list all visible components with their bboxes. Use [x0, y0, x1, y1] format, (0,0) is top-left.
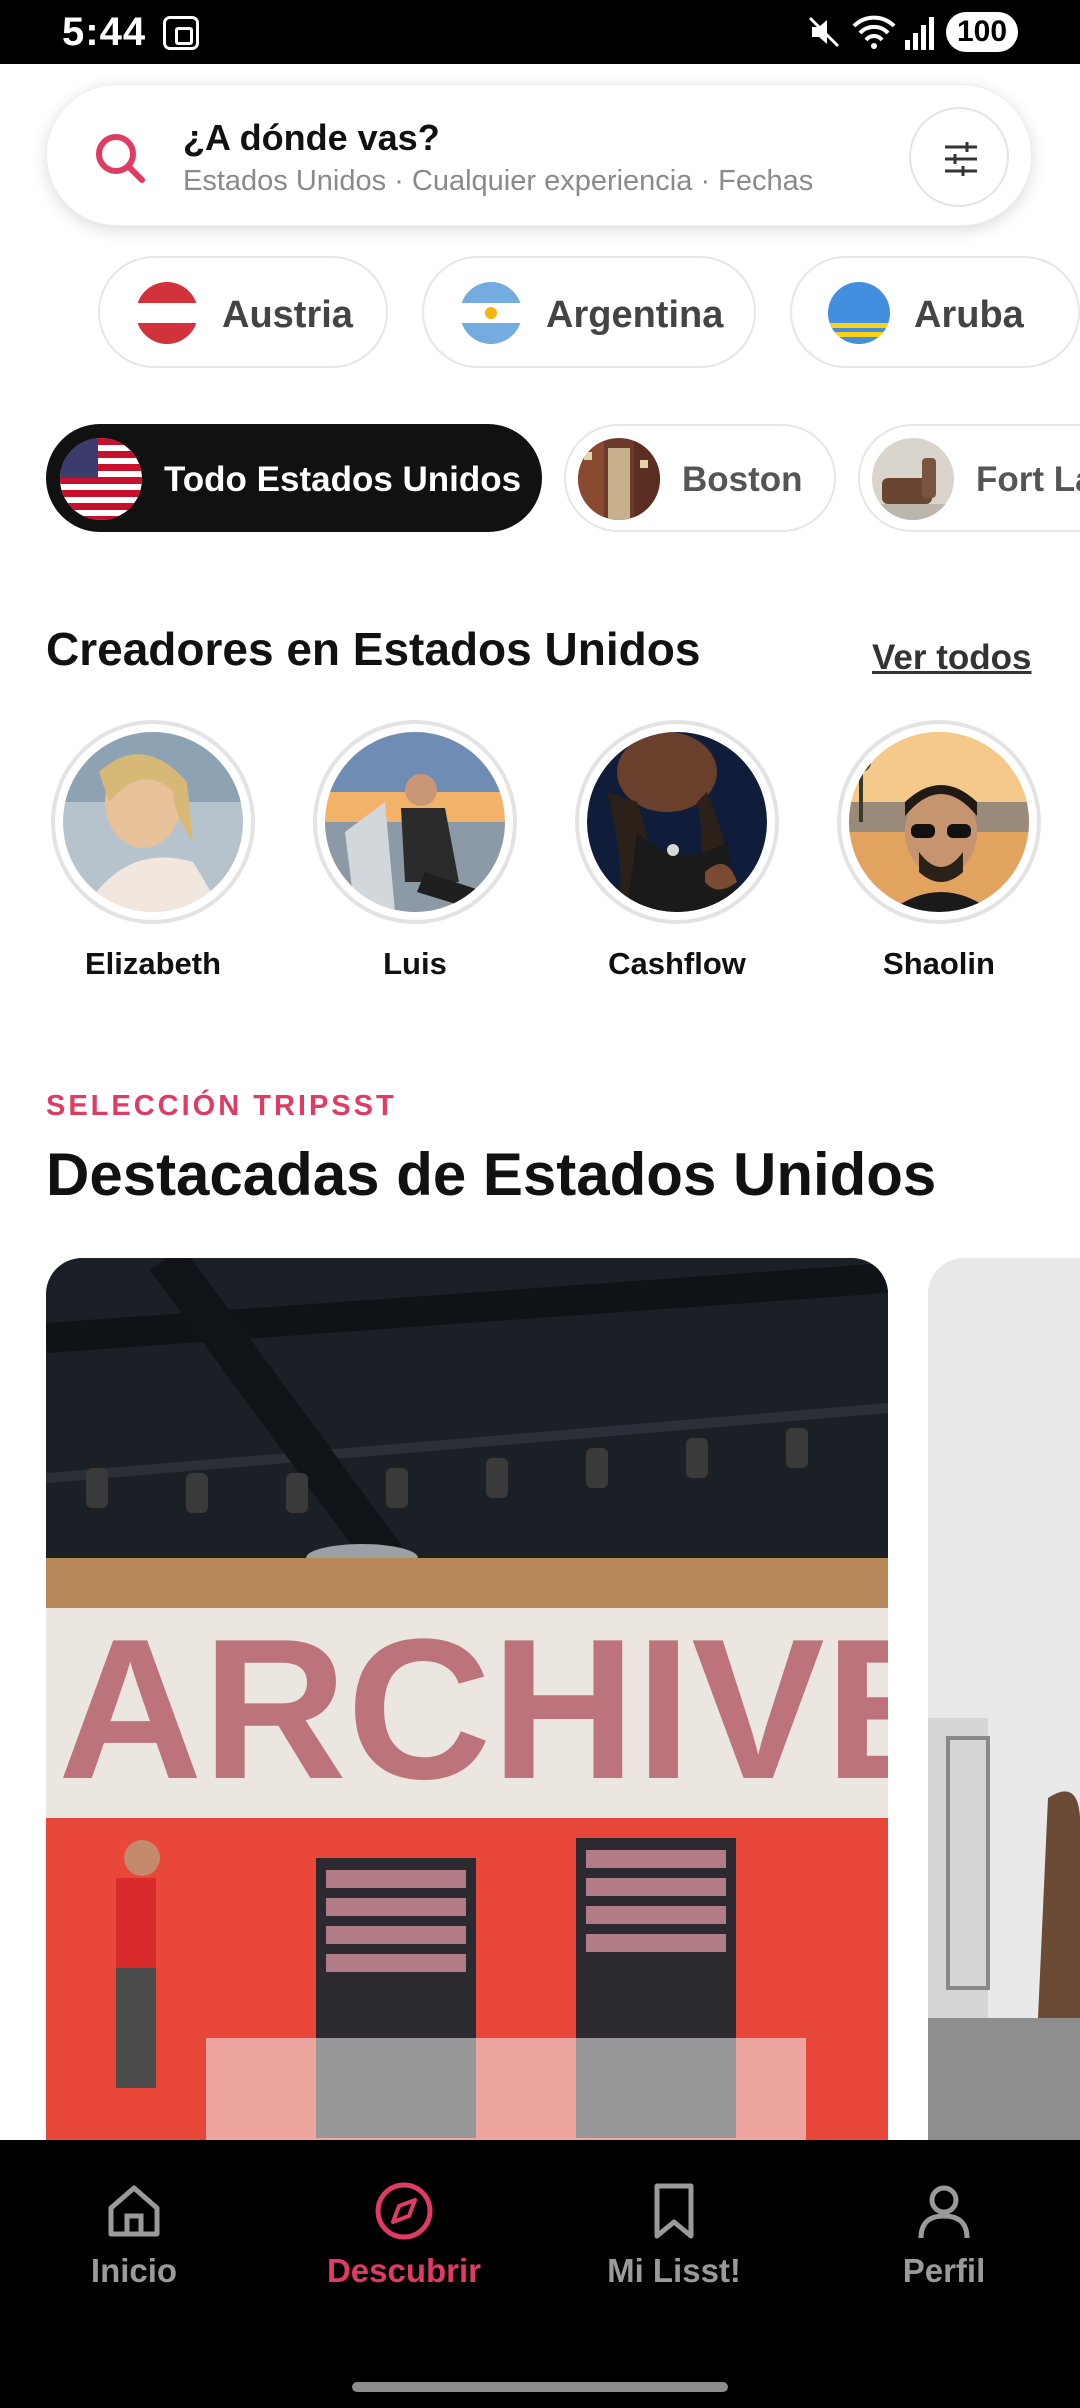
screen-record-icon [163, 16, 199, 50]
home-indicator[interactable] [352, 2382, 728, 2392]
creator-avatar-ring [313, 720, 517, 924]
nav-descubrir[interactable]: Descubrir [294, 2180, 514, 2290]
nav-label: Descubrir [326, 2252, 482, 2289]
city-label: Boston [682, 460, 803, 499]
creator-name: Cashflow [608, 946, 746, 981]
creator-avatar-ring [51, 720, 255, 924]
filter-button[interactable] [909, 107, 1009, 207]
creator-name: Luis [383, 946, 447, 981]
battery-indicator: 100 [946, 12, 1018, 52]
avatar [63, 732, 243, 912]
creator-name: Shaolin [883, 946, 995, 981]
creator-avatar-ring [575, 720, 779, 924]
wifi-icon [852, 15, 896, 49]
bookmark-icon [654, 2183, 694, 2239]
country-chip-argentina[interactable]: Argentina [422, 256, 756, 368]
search-icon [96, 134, 145, 183]
argentina-flag-icon [460, 282, 522, 344]
city-label: Fort La [976, 460, 1080, 499]
country-label: Austria [222, 294, 353, 336]
city-chip-fort-lauderdale[interactable]: Fort La [858, 424, 1080, 532]
country-chip-austria[interactable]: Austria [98, 256, 388, 368]
compass-icon [375, 2182, 433, 2240]
sliders-icon [945, 142, 977, 176]
status-time: 5:44 [62, 10, 147, 54]
austria-flag-icon [136, 282, 198, 344]
fort-lauderdale-thumbnail [872, 438, 954, 520]
featured-card[interactable]: ARCHIVE [46, 1258, 888, 2158]
search-bar[interactable]: ¿A dónde vas? Estados Unidos · Cualquier… [46, 84, 1032, 226]
card-sign-text: ARCHIVE [58, 1598, 888, 1821]
aruba-flag-icon [828, 282, 890, 344]
avatar [325, 732, 505, 912]
search-title: ¿A dónde vas? [183, 117, 440, 158]
creator-name: Elizabeth [84, 946, 222, 981]
nav-perfil[interactable]: Perfil [834, 2180, 1054, 2290]
country-chip-aruba[interactable]: Aruba [790, 256, 1080, 368]
status-bar: 5:44 100 [0, 0, 1080, 64]
avatar [587, 732, 767, 912]
home-icon [108, 2185, 160, 2237]
nav-label: Perfil [902, 2252, 986, 2289]
mute-icon [808, 16, 840, 48]
search-subtitle: Estados Unidos · Cualquier experiencia ·… [183, 165, 814, 197]
user-icon [918, 2185, 970, 2239]
city-chip-boston[interactable]: Boston [564, 424, 836, 532]
city-chip-all-us[interactable]: Todo Estados Unidos [46, 424, 542, 532]
nav-label: Mi Lisst! [607, 2252, 741, 2289]
see-all-link[interactable]: Ver todos [872, 638, 1031, 678]
section-eyebrow: SELECCIÓN TRIPSST [46, 1090, 397, 1122]
creator-avatar-ring [837, 720, 1041, 924]
featured-card-next-image [928, 1258, 1080, 2158]
creators-section-title: Creadores en Estados Unidos [46, 623, 701, 675]
boston-thumbnail [578, 438, 660, 520]
creator-item[interactable]: Elizabeth [48, 720, 258, 982]
featured-section-title: Destacadas de Estados Unidos [46, 1141, 937, 1208]
city-label: Todo Estados Unidos [164, 460, 522, 499]
creator-item[interactable]: Cashflow [572, 720, 782, 982]
country-label: Aruba [914, 294, 1024, 336]
nav-mi-lisst[interactable]: Mi Lisst! [564, 2180, 784, 2290]
nav-label: Inicio [90, 2252, 178, 2289]
creator-item[interactable]: Luis [310, 720, 520, 982]
featured-card-image: ARCHIVE [46, 1258, 888, 2158]
country-label: Argentina [546, 294, 724, 336]
creator-item[interactable]: Shaolin [834, 720, 1044, 982]
us-flag-icon [60, 438, 142, 520]
featured-card-next[interactable] [928, 1258, 1080, 2158]
nav-inicio[interactable]: Inicio [24, 2180, 244, 2290]
avatar [849, 732, 1029, 912]
bottom-navigation: Inicio Descubrir Mi Lisst! Perfil [0, 2140, 1080, 2408]
signal-icon [905, 17, 934, 50]
